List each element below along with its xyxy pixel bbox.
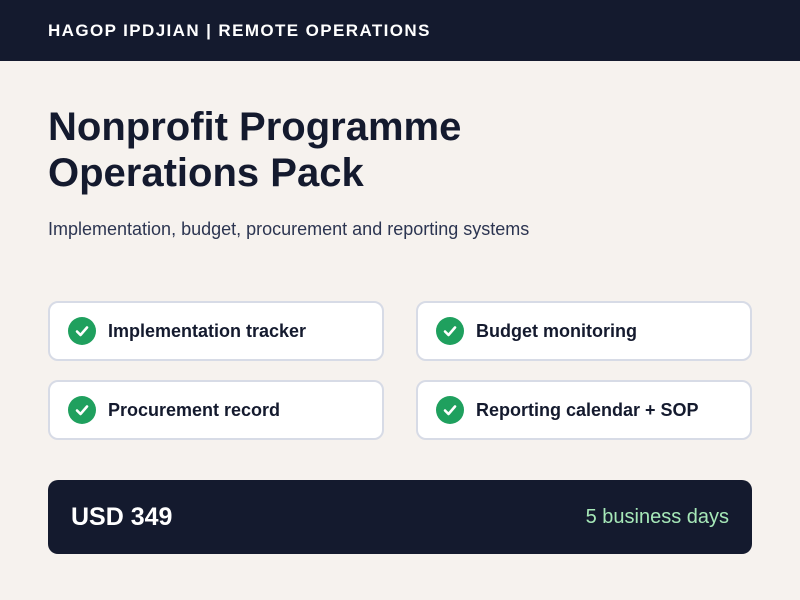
feature-label: Implementation tracker	[108, 320, 307, 341]
brand-title: HAGOP IPDJIAN | REMOTE OPERATIONS	[48, 20, 431, 40]
page-title-line-2: Operations Pack	[48, 151, 364, 195]
page-title: Nonprofit Programme Operations Pack	[48, 104, 608, 196]
top-banner: HAGOP IPDJIAN | REMOTE OPERATIONS	[0, 0, 800, 61]
price-label: USD 349	[71, 502, 173, 531]
feature-label: Procurement record	[108, 399, 281, 420]
feature-label: Reporting calendar + SOP	[476, 399, 699, 420]
feature-card-procurement-record: Procurement record	[48, 380, 384, 440]
pricing-bar: USD 349 5 business days	[48, 480, 752, 554]
feature-card-reporting-calendar: Reporting calendar + SOP	[416, 380, 752, 440]
check-circle-icon	[68, 317, 96, 345]
feature-label: Budget monitoring	[476, 320, 637, 341]
check-circle-icon	[68, 396, 96, 424]
feature-card-implementation-tracker: Implementation tracker	[48, 301, 384, 361]
page-subtitle: Implementation, budget, procurement and …	[48, 219, 530, 239]
feature-card-budget-monitoring: Budget monitoring	[416, 301, 752, 361]
page-title-line-1: Nonprofit Programme	[48, 105, 462, 149]
delivery-time-label: 5 business days	[585, 505, 729, 528]
check-circle-icon	[436, 317, 464, 345]
check-circle-icon	[436, 396, 464, 424]
